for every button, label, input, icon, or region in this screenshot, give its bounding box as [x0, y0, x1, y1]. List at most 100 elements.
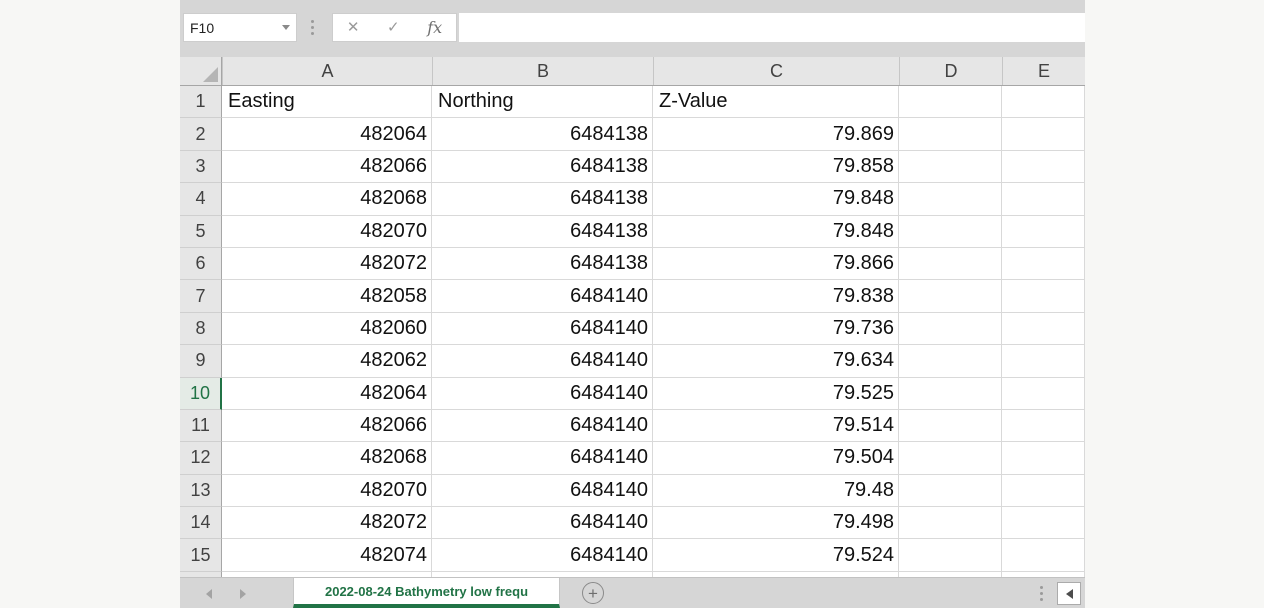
- grid-cell[interactable]: [899, 248, 1002, 280]
- grid-cell[interactable]: 482064: [222, 378, 432, 410]
- column-header-c[interactable]: C: [653, 57, 899, 85]
- formula-input[interactable]: [459, 13, 1085, 42]
- grid-cell[interactable]: [899, 442, 1002, 474]
- grid-cell[interactable]: 6484140: [432, 345, 653, 377]
- grid-cell[interactable]: 482062: [222, 345, 432, 377]
- grid-cell[interactable]: 79.48: [653, 475, 899, 507]
- grid-cell[interactable]: [1002, 410, 1085, 442]
- row-header[interactable]: 1: [180, 86, 222, 118]
- grid-cell[interactable]: 6484140: [432, 539, 653, 571]
- grid-cell[interactable]: 482066: [222, 410, 432, 442]
- scroll-left-button[interactable]: [1057, 582, 1081, 605]
- grid-cell[interactable]: 79.525: [653, 378, 899, 410]
- grid-cell[interactable]: [1002, 280, 1085, 312]
- grid-cell[interactable]: 6484140: [432, 410, 653, 442]
- grid-cell[interactable]: [1002, 345, 1085, 377]
- grid-cell[interactable]: 482072: [222, 248, 432, 280]
- grid-cell[interactable]: [1002, 313, 1085, 345]
- grid-cell[interactable]: 482068: [222, 442, 432, 474]
- name-box[interactable]: F10: [183, 13, 297, 42]
- grid-cell[interactable]: 482058: [222, 280, 432, 312]
- grid-cell[interactable]: 79.838: [653, 280, 899, 312]
- row-header[interactable]: 4: [180, 183, 222, 215]
- column-header-d[interactable]: D: [899, 57, 1002, 85]
- grid-cell[interactable]: [1002, 86, 1085, 118]
- grid-cell[interactable]: 6484138: [432, 151, 653, 183]
- grid-cell[interactable]: [899, 345, 1002, 377]
- grid-cell[interactable]: [1002, 183, 1085, 215]
- row-header[interactable]: 9: [180, 345, 222, 377]
- grid-cell[interactable]: 79.869: [653, 118, 899, 150]
- grid-cell[interactable]: 79.634: [653, 345, 899, 377]
- grid-cell[interactable]: 6484138: [432, 183, 653, 215]
- select-all-button[interactable]: [180, 57, 222, 85]
- grid-cell[interactable]: 79.858: [653, 151, 899, 183]
- name-box-dropdown-icon[interactable]: [282, 25, 290, 34]
- grid-cell[interactable]: Easting: [222, 86, 432, 118]
- row-header[interactable]: 2: [180, 118, 222, 150]
- column-header-a[interactable]: A: [222, 57, 432, 85]
- grid-cell[interactable]: 6484140: [432, 507, 653, 539]
- grid-cell[interactable]: 79.848: [653, 216, 899, 248]
- grid-cell[interactable]: [1002, 216, 1085, 248]
- cancel-icon[interactable]: ✕: [347, 20, 360, 35]
- grid-cell[interactable]: [899, 507, 1002, 539]
- row-header[interactable]: 12: [180, 442, 222, 474]
- column-header-e[interactable]: E: [1002, 57, 1085, 85]
- grid-cell[interactable]: [899, 313, 1002, 345]
- grid-cell[interactable]: 79.498: [653, 507, 899, 539]
- row-header[interactable]: 10: [180, 378, 222, 410]
- grid-cell[interactable]: [899, 118, 1002, 150]
- grid-cell[interactable]: [899, 183, 1002, 215]
- grid-cell[interactable]: 482074: [222, 539, 432, 571]
- grid-cell[interactable]: [899, 475, 1002, 507]
- row-header[interactable]: 7: [180, 280, 222, 312]
- grid-cell[interactable]: 79.524: [653, 539, 899, 571]
- sheet-tab-active[interactable]: 2022-08-24 Bathymetry low frequ: [293, 578, 560, 608]
- grid-cell[interactable]: Z-Value: [653, 86, 899, 118]
- grid-cell[interactable]: 482070: [222, 475, 432, 507]
- grid-cell[interactable]: [1002, 507, 1085, 539]
- grid-cell[interactable]: 482072: [222, 507, 432, 539]
- row-header[interactable]: 13: [180, 475, 222, 507]
- enter-icon[interactable]: ✓: [387, 20, 400, 35]
- grid-cell[interactable]: 6484138: [432, 248, 653, 280]
- grid-cell[interactable]: [1002, 475, 1085, 507]
- grid-cell[interactable]: [899, 216, 1002, 248]
- grid-cell[interactable]: [899, 378, 1002, 410]
- column-header-b[interactable]: B: [432, 57, 653, 85]
- sheet-nav-prev-icon[interactable]: [206, 589, 212, 599]
- grid-cell[interactable]: 482066: [222, 151, 432, 183]
- row-header[interactable]: 6: [180, 248, 222, 280]
- grid-cell[interactable]: 6484140: [432, 280, 653, 312]
- grid-cell[interactable]: [1002, 442, 1085, 474]
- insert-function-icon[interactable]: fx: [427, 18, 442, 37]
- grid-cell[interactable]: 482070: [222, 216, 432, 248]
- grid-cell[interactable]: 6484140: [432, 442, 653, 474]
- row-header[interactable]: 8: [180, 313, 222, 345]
- grid-cell[interactable]: 79.866: [653, 248, 899, 280]
- grid-cell[interactable]: 79.514: [653, 410, 899, 442]
- grid-cell[interactable]: Northing: [432, 86, 653, 118]
- row-header[interactable]: 3: [180, 151, 222, 183]
- grid-cell[interactable]: 482068: [222, 183, 432, 215]
- grid-cell[interactable]: [1002, 151, 1085, 183]
- grid-cell[interactable]: 482064: [222, 118, 432, 150]
- grid-cell[interactable]: [1002, 248, 1085, 280]
- grid-cell[interactable]: [1002, 378, 1085, 410]
- row-header[interactable]: 11: [180, 410, 222, 442]
- grid-cell[interactable]: [1002, 539, 1085, 571]
- grid-cell[interactable]: 6484140: [432, 378, 653, 410]
- sheet-nav-next-icon[interactable]: [240, 589, 246, 599]
- grid-cell[interactable]: 482060: [222, 313, 432, 345]
- grid-cell[interactable]: [899, 539, 1002, 571]
- grid-cell[interactable]: [899, 280, 1002, 312]
- grid-cell[interactable]: 6484140: [432, 313, 653, 345]
- grid-cell[interactable]: [899, 86, 1002, 118]
- grid-cell[interactable]: 79.736: [653, 313, 899, 345]
- grid-cell[interactable]: [899, 410, 1002, 442]
- grid-cell[interactable]: 79.504: [653, 442, 899, 474]
- grid-cell[interactable]: [899, 151, 1002, 183]
- add-sheet-button[interactable]: +: [582, 582, 604, 604]
- row-header[interactable]: 15: [180, 539, 222, 571]
